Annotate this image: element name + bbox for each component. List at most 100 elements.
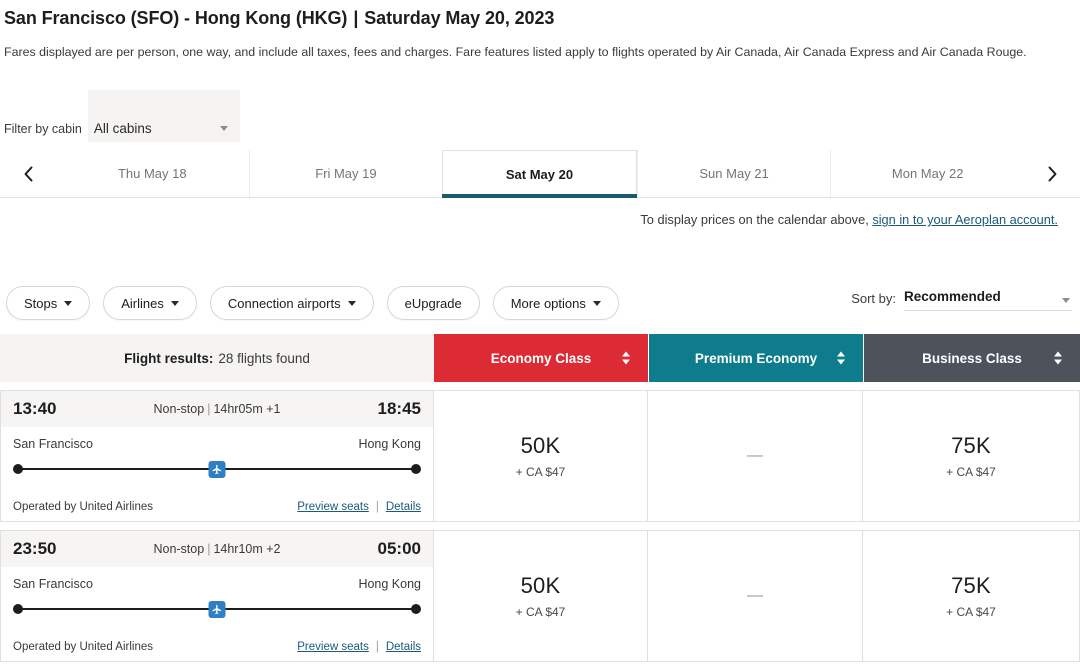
arrive-time: 05:00 bbox=[377, 539, 421, 558]
sort-select[interactable]: Recommended bbox=[904, 288, 1072, 311]
flight-card[interactable]: 23:50 Non-stop | 14hr10m +2 05:00 San Fran… bbox=[0, 530, 434, 662]
operator-label: Operated by United Airlines bbox=[13, 501, 153, 513]
date-tab-mon-may-22[interactable]: Mon May 22 bbox=[830, 150, 1024, 197]
sort-arrows-icon bbox=[1054, 351, 1062, 365]
title-separator: | bbox=[353, 8, 359, 28]
cabin-filter-label: Filter by cabin bbox=[4, 122, 82, 136]
flight-times: 13:40 Non-stop | 14hr05m +1 18:45 bbox=[1, 391, 433, 427]
route-line bbox=[13, 601, 421, 618]
results-count: Flight results: 28 flights found bbox=[0, 334, 434, 382]
filter-airlines-button[interactable]: Airlines bbox=[103, 286, 197, 320]
route-origin-dot bbox=[13, 604, 23, 614]
column-header-label: Economy Class bbox=[490, 350, 592, 366]
price-cell-business[interactable]: 75K + CA $47 bbox=[863, 390, 1080, 522]
price-cell-economy[interactable]: 50K + CA $47 bbox=[434, 390, 648, 522]
route-line bbox=[13, 461, 421, 478]
date-tab-label: Sun May 21 bbox=[699, 166, 769, 181]
flight-duration-info: Non-stop | 14hr05m +1 bbox=[153, 402, 281, 416]
aeroplan-signin-link[interactable]: sign in to your Aeroplan account. bbox=[872, 212, 1058, 227]
date-tab-label: Thu May 18 bbox=[117, 166, 187, 181]
route-origin: San Francisco (SFO) bbox=[4, 8, 180, 28]
prev-dates-button[interactable] bbox=[0, 150, 56, 197]
filter-stops-button[interactable]: Stops bbox=[6, 286, 91, 320]
column-header-label: Business Class bbox=[922, 350, 1022, 366]
date-tab-thu-may-18[interactable]: Thu May 18 bbox=[56, 150, 249, 197]
details-link[interactable]: Details bbox=[386, 501, 421, 513]
price-unavailable: — bbox=[747, 447, 763, 464]
column-header-business[interactable]: Business Class bbox=[864, 334, 1080, 382]
origin-city: San Francisco bbox=[13, 437, 93, 451]
flight-card[interactable]: 13:40 Non-stop | 14hr05m +1 18:45 San Fran… bbox=[0, 390, 434, 522]
date-navigation: Thu May 18 Fri May 19 Sat May 20 Sun May… bbox=[0, 150, 1080, 198]
flight-results-list: 13:40 Non-stop | 14hr05m +1 18:45 San Fran… bbox=[0, 390, 1080, 670]
filter-bar: Stops Airlines Connection airports eUpgr… bbox=[6, 286, 619, 320]
flight-footer: Operated by United Airlines Preview seat… bbox=[1, 633, 433, 661]
price-unavailable: — bbox=[747, 587, 763, 604]
depart-time: 23:50 bbox=[13, 539, 57, 558]
route-destination-dot bbox=[411, 604, 421, 614]
chevron-down-icon bbox=[170, 300, 179, 306]
chevron-left-icon bbox=[24, 166, 32, 181]
column-header-premium-economy[interactable]: Premium Economy bbox=[649, 334, 863, 382]
filter-connection-airports-button[interactable]: Connection airports bbox=[209, 286, 374, 320]
price-cash: + CA $47 bbox=[515, 465, 566, 479]
results-table-header: Flight results: 28 flights found Economy… bbox=[0, 334, 1080, 382]
flight-footer: Operated by United Airlines Preview seat… bbox=[1, 493, 433, 521]
flight-duration-info: Non-stop | 14hr10m +2 bbox=[153, 542, 281, 556]
route-cities: San Francisco Hong Kong bbox=[13, 437, 421, 451]
price-cell-economy[interactable]: 50K + CA $47 bbox=[434, 530, 648, 662]
preview-seats-link[interactable]: Preview seats bbox=[297, 501, 369, 513]
flight-actions: Preview seats | Details bbox=[297, 641, 421, 653]
date-tab-list: Thu May 18 Fri May 19 Sat May 20 Sun May… bbox=[56, 150, 1024, 198]
price-cell-premium-economy: — bbox=[648, 390, 863, 522]
price-cell-business[interactable]: 75K + CA $47 bbox=[863, 530, 1080, 662]
price-points: 50K bbox=[520, 433, 561, 458]
date-tab-fri-may-19[interactable]: Fri May 19 bbox=[248, 150, 443, 197]
airplane-icon bbox=[208, 601, 226, 618]
price-cash: + CA $47 bbox=[946, 465, 996, 479]
action-separator: | bbox=[375, 641, 379, 653]
sort-label: Sort by: bbox=[851, 291, 896, 306]
cabin-select[interactable]: All cabins bbox=[87, 90, 240, 142]
filter-more-options-button[interactable]: More options bbox=[492, 286, 619, 320]
flight-actions: Preview seats | Details bbox=[297, 501, 421, 513]
chevron-down-icon bbox=[347, 300, 356, 306]
destination-city: Hong Kong bbox=[358, 577, 421, 591]
filter-label: More options bbox=[510, 295, 586, 311]
origin-city: San Francisco bbox=[13, 577, 93, 591]
price-cell-premium-economy: — bbox=[648, 530, 863, 662]
flight-route: San Francisco Hong Kong bbox=[1, 427, 433, 493]
chevron-down-icon bbox=[64, 300, 73, 306]
preview-seats-link[interactable]: Preview seats bbox=[297, 641, 369, 653]
results-count-label: Flight results: bbox=[124, 350, 214, 366]
date-tab-sat-may-20[interactable]: Sat May 20 bbox=[442, 150, 637, 198]
table-row: 13:40 Non-stop | 14hr05m +1 18:45 San Fran… bbox=[0, 390, 1080, 522]
flight-search-results-page: San Francisco (SFO) - Hong Kong (HKG) | Sa… bbox=[0, 0, 1080, 670]
cabin-select-value: All cabins bbox=[93, 121, 152, 136]
date-tab-label: Fri May 19 bbox=[315, 166, 377, 181]
page-title: San Francisco (SFO) - Hong Kong (HKG) | Sa… bbox=[4, 8, 554, 29]
details-link[interactable]: Details bbox=[386, 641, 421, 653]
chevron-down-icon bbox=[592, 300, 601, 306]
arrive-time: 18:45 bbox=[377, 399, 421, 418]
destination-city: Hong Kong bbox=[358, 437, 421, 451]
date-tab-label: Mon May 22 bbox=[891, 166, 964, 181]
column-header-economy[interactable]: Economy Class bbox=[434, 334, 648, 382]
flight-times: 23:50 Non-stop | 14hr10m +2 05:00 bbox=[1, 531, 433, 567]
price-points: 50K bbox=[520, 573, 561, 598]
column-header-label: Premium Economy bbox=[694, 350, 818, 366]
duration-label: 14hr10m +2 bbox=[213, 542, 281, 556]
flight-route: San Francisco Hong Kong bbox=[1, 567, 433, 633]
action-separator: | bbox=[375, 501, 379, 513]
calendar-price-note-text: To display prices on the calendar above, bbox=[640, 212, 873, 227]
date-tab-label: Sat May 20 bbox=[505, 166, 574, 182]
filter-eupgrade-button[interactable]: eUpgrade bbox=[386, 286, 480, 320]
chevron-down-icon bbox=[1062, 298, 1070, 303]
sort-control: Sort by: Recommended bbox=[851, 288, 1072, 311]
next-dates-button[interactable] bbox=[1024, 150, 1080, 197]
date-tab-sun-may-21[interactable]: Sun May 21 bbox=[636, 150, 831, 197]
route-destination-dot bbox=[411, 464, 421, 474]
search-date: Saturday May 20, 2023 bbox=[364, 8, 555, 28]
stops-label: Non-stop bbox=[153, 402, 205, 416]
price-cash: + CA $47 bbox=[515, 605, 566, 619]
